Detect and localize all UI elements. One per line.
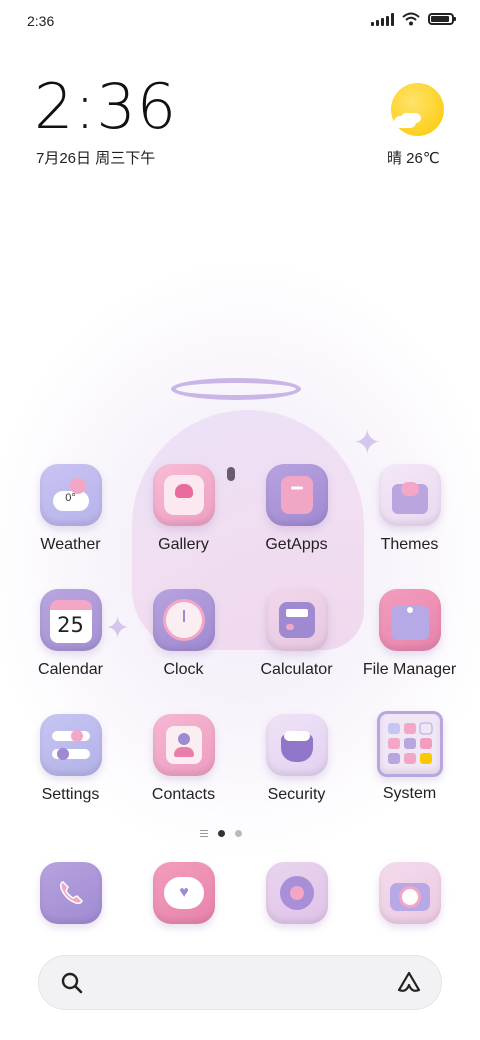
battery-icon xyxy=(428,13,456,25)
app-getapps[interactable]: GetApps xyxy=(240,464,353,554)
app-label: System xyxy=(382,785,437,802)
system-folder-icon xyxy=(376,711,443,777)
getapps-icon xyxy=(265,464,328,526)
clock-widget-time[interactable]: 2:36 xyxy=(34,76,177,138)
app-label: File Manager xyxy=(362,661,457,678)
app-calendar[interactable]: 25 Calendar xyxy=(14,589,127,679)
wallpaper-halo xyxy=(171,378,301,400)
app-file-manager[interactable]: File Manager xyxy=(353,589,466,679)
app-label: Calculator xyxy=(260,661,333,678)
messages-icon[interactable]: ♥ xyxy=(153,862,215,924)
app-contacts[interactable]: Contacts xyxy=(127,714,240,804)
weather-widget-text: 晴 26℃ xyxy=(387,150,440,167)
settings-icon xyxy=(39,714,102,776)
gallery-icon xyxy=(152,464,215,526)
camera-icon[interactable] xyxy=(379,862,441,924)
file-manager-icon xyxy=(378,589,441,651)
weather-widget-cloud-icon xyxy=(394,116,416,128)
app-themes[interactable]: Themes xyxy=(353,464,466,554)
phone-icon[interactable] xyxy=(40,862,102,924)
signal-icon xyxy=(371,12,394,26)
contacts-icon xyxy=(152,714,215,776)
status-time: 2:36 xyxy=(27,13,55,29)
app-label: Weather xyxy=(40,536,101,553)
app-security[interactable]: Security xyxy=(240,714,353,804)
app-weather[interactable]: 0° Weather xyxy=(14,464,127,554)
app-label: GetApps xyxy=(265,536,328,553)
folder-preview-grid xyxy=(387,722,432,764)
app-calculator[interactable]: Calculator xyxy=(240,589,353,679)
heart-icon: ♥ xyxy=(179,884,189,901)
app-label: Clock xyxy=(163,661,204,678)
battery-level xyxy=(431,16,449,22)
assistant-icon[interactable] xyxy=(396,970,422,994)
search-bar[interactable] xyxy=(38,955,442,1010)
status-bar: 2:36 xyxy=(0,0,480,42)
app-settings[interactable]: Settings xyxy=(14,714,127,804)
app-label: Themes xyxy=(380,536,439,553)
browser-icon[interactable] xyxy=(266,862,328,924)
calendar-icon-day: 25 xyxy=(57,612,84,637)
app-gallery[interactable]: Gallery xyxy=(127,464,240,554)
sparkle-icon: ✦ xyxy=(353,424,382,462)
weather-icon: 0° xyxy=(39,464,102,526)
weather-widget-sun-icon[interactable] xyxy=(391,83,444,136)
weather-icon-temp: 0° xyxy=(65,492,76,505)
search-icon xyxy=(61,972,83,994)
page-indicator[interactable] xyxy=(200,830,242,837)
app-list-icon[interactable] xyxy=(200,830,208,837)
app-label: Gallery xyxy=(158,536,209,553)
page-dot-1[interactable] xyxy=(218,830,225,837)
app-label: Calendar xyxy=(38,661,103,678)
calendar-icon: 25 xyxy=(39,589,102,651)
phone-handset-glyph xyxy=(60,881,83,904)
security-icon xyxy=(265,714,328,776)
clock-widget-date: 7月26日 周三下午 xyxy=(36,150,156,167)
themes-icon xyxy=(378,464,441,526)
wifi-icon xyxy=(402,12,420,26)
app-label: Contacts xyxy=(151,786,216,803)
calculator-icon xyxy=(265,589,328,651)
folder-system[interactable]: System xyxy=(353,711,466,803)
page-dot-2[interactable] xyxy=(235,830,242,837)
app-label: Settings xyxy=(41,786,100,803)
clock-icon xyxy=(152,589,215,651)
app-label: Security xyxy=(267,786,326,803)
status-icons xyxy=(371,12,456,26)
app-clock[interactable]: Clock xyxy=(127,589,240,679)
